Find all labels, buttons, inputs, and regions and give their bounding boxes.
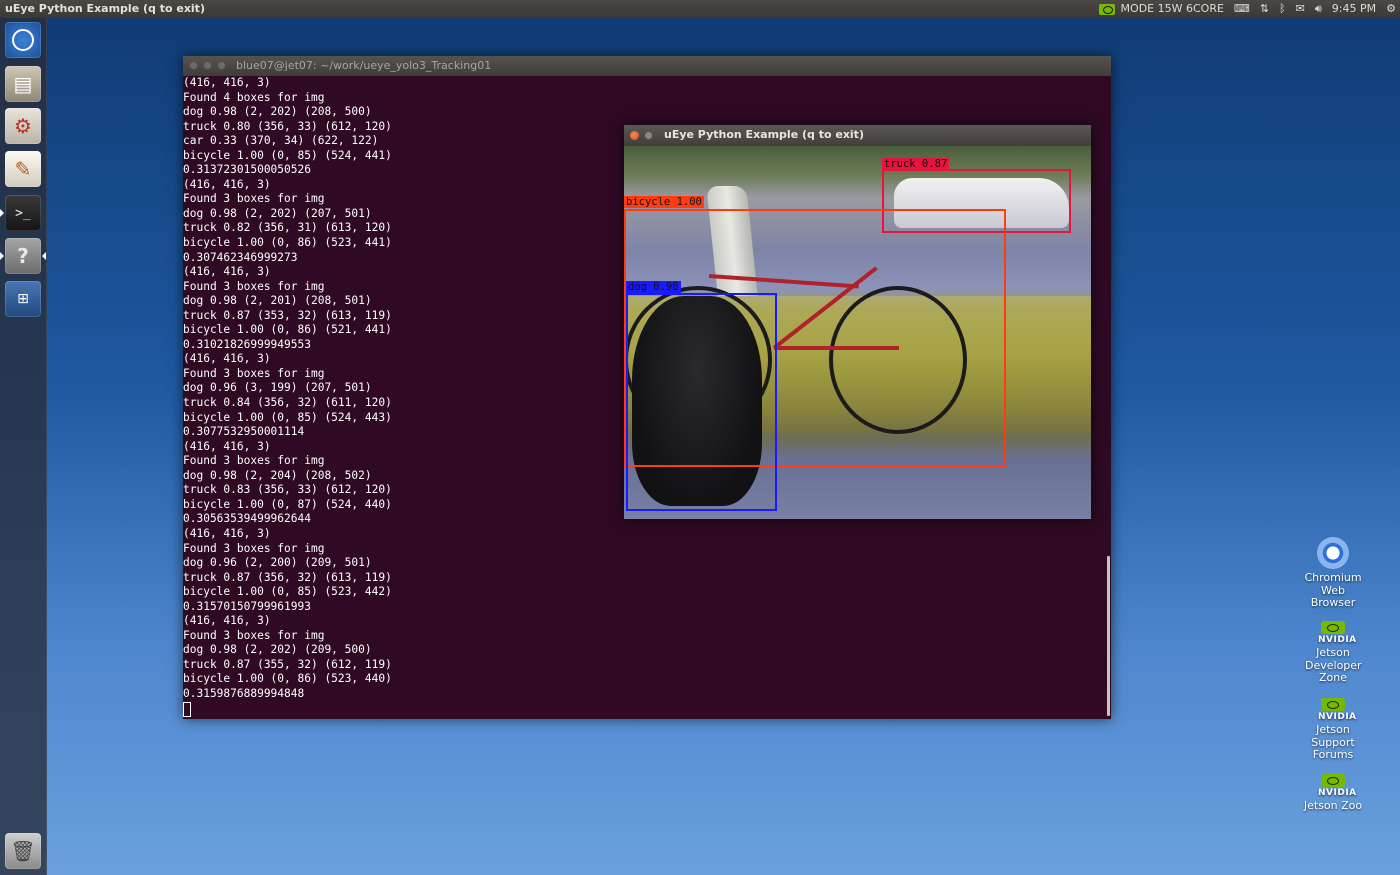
terminal-line: Found 3 boxes for img — [183, 628, 325, 642]
minimize-icon[interactable] — [644, 131, 653, 140]
dog-detection-box — [626, 293, 777, 511]
dog-detection-label: dog 0.98 — [626, 281, 681, 293]
terminal-line: (416, 416, 3) — [183, 614, 271, 628]
close-icon[interactable] — [630, 131, 639, 140]
support-forums-desktop-icon[interactable]: NVIDIA Jetson Support Forums — [1293, 698, 1373, 762]
help-launcher-button[interactable]: ? — [5, 238, 41, 274]
dash-home-button[interactable] — [5, 22, 41, 58]
bicycle-detection-label: bicycle 1.00 — [624, 196, 704, 208]
keyboard-icon[interactable]: ⌨ — [1234, 0, 1250, 18]
active-indicator — [0, 209, 4, 217]
mail-icon[interactable]: ✉ — [1296, 0, 1305, 18]
question-mark-icon: ? — [17, 244, 29, 268]
ueye-window[interactable]: uEye Python Example (q to exit) truck 0.… — [624, 125, 1091, 519]
active-indicator — [0, 252, 4, 260]
nvidia-mode-indicator[interactable]: MODE 15W 6CORE — [1098, 0, 1224, 18]
terminal-line: (416, 416, 3) — [183, 76, 271, 89]
terminal-line: (416, 416, 3) — [183, 526, 271, 540]
trash-launcher-button[interactable]: 🗑︎ — [5, 833, 41, 869]
jetson-zoo-desktop-icon[interactable]: NVIDIA Jetson Zoo — [1293, 774, 1373, 813]
maximize-icon[interactable] — [217, 61, 226, 70]
terminal-line: truck 0.87 (355, 32) (612, 119) — [183, 657, 392, 671]
clock[interactable]: 9:45 PM — [1332, 0, 1376, 18]
text-cursor — [183, 701, 191, 717]
terminal-icon: >_ — [15, 205, 31, 221]
nvidia-icon: NVIDIA — [1318, 698, 1356, 724]
terminal-line: dog 0.96 (2, 200) (209, 501) — [183, 556, 372, 570]
top-panel: uEye Python Example (q to exit) MODE 15W… — [0, 0, 1400, 18]
focused-indicator — [42, 252, 46, 260]
support-forums-label: Jetson Support Forums — [1311, 723, 1355, 761]
truck-detection-label: truck 0.87 — [882, 158, 950, 170]
volume-icon[interactable]: 🔊︎ — [1315, 0, 1322, 18]
terminal-line: Found 4 boxes for img — [183, 90, 325, 104]
indicator-area: MODE 15W 6CORE ⌨ ⇅ ᛒ ✉ 🔊︎ 9:45 PM ⚙ — [1098, 0, 1396, 18]
nvidia-icon: NVIDIA — [1318, 621, 1356, 647]
terminal-launcher-button[interactable]: >_ — [5, 195, 41, 231]
close-icon[interactable] — [189, 61, 198, 70]
terminal-scrollbar[interactable] — [1107, 556, 1110, 716]
terminal-title: blue07@jet07: ~/work/ueye_yolo3_Tracking… — [236, 59, 492, 72]
terminal-prompt-line[interactable] — [183, 701, 1103, 719]
terminal-titlebar[interactable]: blue07@jet07: ~/work/ueye_yolo3_Tracking… — [183, 56, 1111, 76]
terminal-line: 0.3159876889994848 — [183, 686, 305, 700]
camera-frame: truck 0.87 bicycle 1.00 dog 0.98 — [624, 146, 1091, 519]
bluetooth-icon[interactable]: ᛒ — [1279, 0, 1286, 18]
jetson-zoo-label: Jetson Zoo — [1303, 799, 1363, 812]
gear-icon[interactable]: ⚙ — [1386, 0, 1396, 18]
text-editor-icon: ✎ — [14, 157, 32, 181]
active-app-title: uEye Python Example (q to exit) — [5, 2, 205, 15]
terminal-line: dog 0.98 (2, 202) (208, 500) — [183, 105, 372, 119]
ueye-window-title: uEye Python Example (q to exit) — [664, 128, 864, 141]
settings-tools-icon: ⚙ — [14, 114, 32, 138]
system-settings-launcher-button[interactable]: ⚙ — [5, 108, 41, 144]
developer-zone-desktop-icon[interactable]: NVIDIA Jetson Developer Zone — [1293, 621, 1373, 685]
chromium-desktop-icon[interactable]: Chromium Web Browser — [1293, 537, 1373, 610]
terminal-line: Found 3 boxes for img — [183, 541, 325, 555]
terminal-line: bicycle 1.00 (0, 85) (523, 442) — [183, 585, 392, 599]
workspace-grid-icon: ⊞ — [17, 291, 29, 307]
files-launcher-button[interactable]: ▤ — [5, 66, 41, 102]
terminal-line: 0.31570150799961993 — [183, 599, 311, 613]
chromium-label: Chromium Web Browser — [1304, 571, 1362, 609]
nvidia-icon: NVIDIA — [1318, 774, 1356, 800]
minimize-icon[interactable] — [203, 61, 212, 70]
developer-zone-label: Jetson Developer Zone — [1305, 646, 1362, 684]
ueye-titlebar[interactable]: uEye Python Example (q to exit) — [624, 125, 1091, 146]
nvidia-mode-label: MODE 15W 6CORE — [1120, 2, 1224, 15]
file-cabinet-icon: ▤ — [13, 72, 33, 96]
text-editor-launcher-button[interactable]: ✎ — [5, 151, 41, 187]
trash-icon: 🗑︎ — [10, 839, 36, 863]
ubuntu-logo-icon — [12, 29, 34, 51]
terminal-line: bicycle 1.00 (0, 86) (523, 440) — [183, 672, 392, 686]
nvidia-icon — [1098, 3, 1115, 15]
chromium-icon — [1317, 537, 1349, 569]
launcher: ▤ ⚙ ✎ >_ ? ⊞ 🗑︎ — [0, 18, 47, 875]
terminal-line: truck 0.87 (356, 32) (613, 119) — [183, 570, 392, 584]
network-icon[interactable]: ⇅ — [1260, 0, 1269, 18]
workspace-switcher-button[interactable]: ⊞ — [5, 281, 41, 317]
terminal-line: dog 0.98 (2, 202) (209, 500) — [183, 643, 372, 657]
